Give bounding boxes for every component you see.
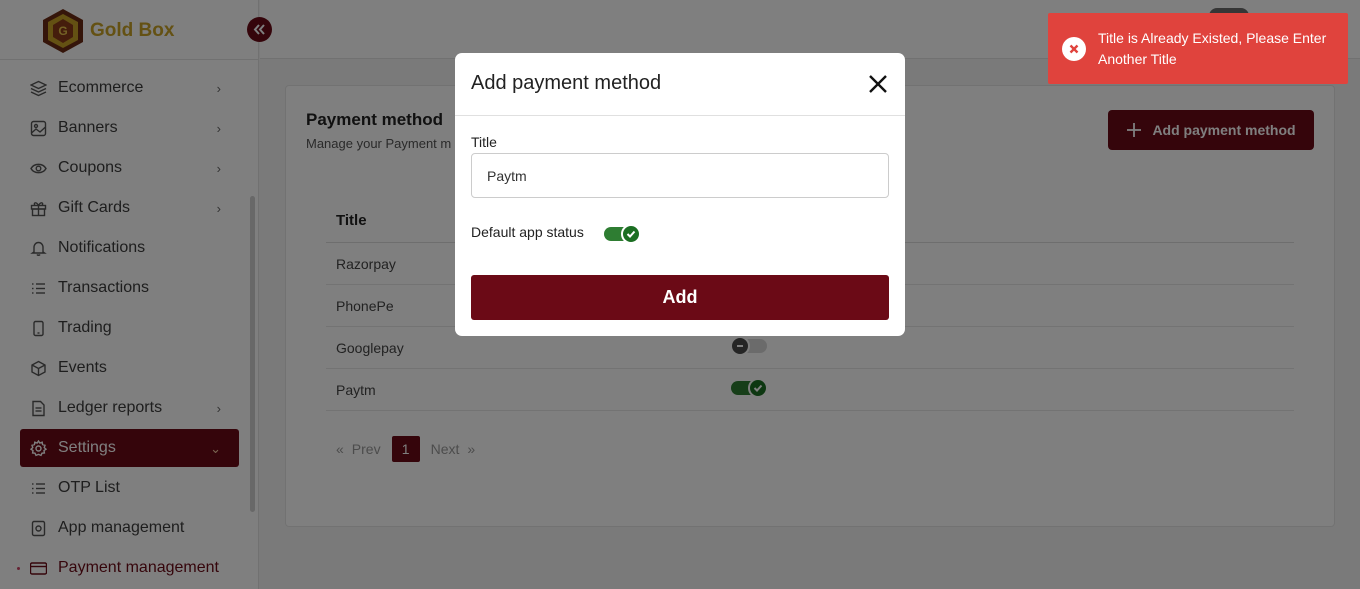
default-status-label: Default app status [471,224,584,240]
add-payment-method-modal: Add payment method Title Default app sta… [455,53,905,336]
check-icon [621,224,641,244]
title-input[interactable] [471,153,889,198]
close-icon[interactable] [867,73,889,95]
add-submit-button[interactable]: Add [471,275,889,320]
title-field-label: Title [471,134,497,150]
error-toast[interactable]: Title is Already Existed, Please Enter A… [1048,13,1348,84]
modal-title: Add payment method [471,72,662,94]
modal-header: Add payment method [455,53,905,116]
default-status-toggle[interactable] [604,224,641,244]
error-x-icon [1062,36,1086,61]
toast-message: Title is Already Existed, Please Enter A… [1098,29,1327,67]
